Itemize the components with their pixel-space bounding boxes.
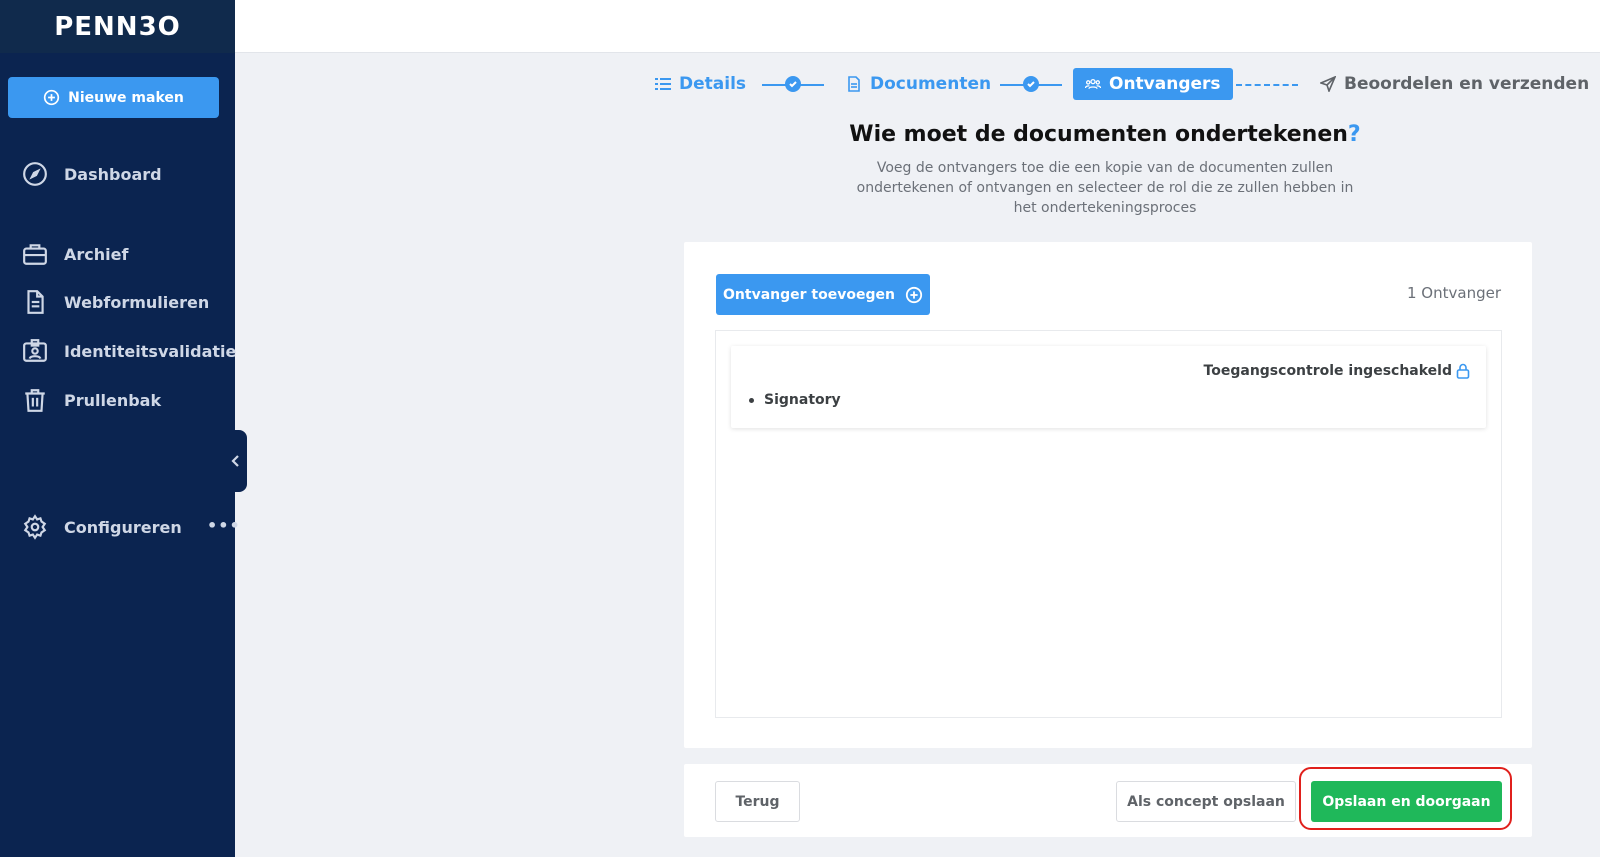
help-icon[interactable]: ? — [1348, 122, 1361, 147]
recipients-card: Ontvanger toevoegen 1 Ontvanger Toegangs… — [684, 242, 1532, 748]
access-control-status[interactable]: Toegangscontrole ingeschakeld — [1204, 363, 1470, 379]
step-beoordelen[interactable]: Beoordelen en verzenden — [1320, 68, 1589, 100]
check-icon — [785, 76, 801, 92]
save-and-continue-button[interactable]: Opslaan en doorgaan — [1311, 781, 1502, 822]
plus-circle-icon — [905, 286, 923, 303]
recipient-count: 1 Ontvanger — [1407, 284, 1501, 302]
step-documenten[interactable]: Documenten — [846, 68, 991, 100]
sidebar-item-webformulieren[interactable]: Webformulieren — [22, 289, 209, 315]
chevron-left-icon — [230, 455, 239, 467]
document-icon — [27, 290, 44, 314]
sidebar: PENN3O Nieuwe maken Dashboard Archief We… — [0, 0, 240, 857]
page-subtitle: Voeg de ontvangers toe die een kopie van… — [856, 160, 1354, 216]
check-icon — [1023, 76, 1039, 92]
logo-bar: PENN3O — [0, 0, 235, 53]
sidebar-item-label: Archief — [64, 244, 129, 264]
sidebar-item-label: Configureren — [64, 517, 182, 537]
sidebar-item-label: Webformulieren — [64, 292, 210, 312]
list-icon — [655, 78, 671, 90]
step-label: Beoordelen en verzenden — [1344, 74, 1590, 94]
add-recipient-label: Ontvanger toevoegen — [723, 286, 895, 303]
sidebar-item-identiteitsvalidatie[interactable]: Identiteitsvalidatie — [22, 338, 236, 364]
sidebar-item-configureren[interactable]: Configureren — [22, 514, 182, 540]
new-button[interactable]: Nieuwe maken — [8, 77, 219, 118]
bullet — [749, 397, 754, 403]
plus-circle-icon — [43, 89, 60, 106]
compass-icon — [23, 162, 47, 186]
sidebar-item-archief[interactable]: Archief — [22, 241, 128, 267]
briefcase-icon — [23, 244, 47, 265]
add-recipient-button[interactable]: Ontvanger toevoegen — [716, 274, 930, 315]
trash-icon — [25, 389, 45, 412]
role-list: Signatory — [749, 392, 841, 408]
back-button[interactable]: Terug — [715, 781, 800, 822]
sidebar-item-label: Identiteitsvalidatie — [64, 341, 237, 361]
access-control-label: Toegangscontrole ingeschakeld — [1203, 363, 1452, 379]
step-label: Documenten — [870, 74, 992, 94]
more-options-button[interactable]: ••• — [207, 516, 241, 535]
step-label: Details — [679, 74, 747, 94]
step-ontvangers[interactable]: Ontvangers — [1073, 68, 1233, 100]
step-connector — [1236, 84, 1298, 86]
users-icon — [1085, 78, 1101, 90]
top-header — [235, 0, 1600, 53]
step-label: Ontvangers — [1109, 74, 1221, 94]
sidebar-item-prullenbak[interactable]: Prullenbak — [22, 387, 161, 413]
id-badge-icon — [23, 339, 47, 362]
sidebar-item-label: Dashboard — [64, 164, 162, 184]
save-draft-button[interactable]: Als concept opslaan — [1116, 781, 1296, 822]
recipient-item[interactable]: Toegangscontrole ingeschakeld Signatory — [731, 346, 1486, 428]
role-item: Signatory — [749, 392, 841, 408]
send-icon — [1320, 76, 1336, 92]
action-footer: Terug Als concept opslaan Opslaan en doo… — [684, 764, 1532, 837]
sidebar-collapse-button[interactable] — [224, 430, 247, 492]
gear-icon — [23, 514, 47, 540]
sidebar-item-dashboard[interactable]: Dashboard — [22, 161, 162, 187]
sidebar-item-label: Prullenbak — [64, 390, 162, 410]
document-icon — [848, 76, 860, 92]
page-title: Wie moet de documenten ondertekenen? — [849, 122, 1361, 147]
step-details[interactable]: Details — [655, 68, 746, 100]
lock-icon — [1456, 363, 1470, 379]
role-label: Signatory — [764, 392, 841, 408]
new-button-label: Nieuwe maken — [68, 89, 184, 106]
recipient-list: Toegangscontrole ingeschakeld Signatory — [715, 330, 1502, 718]
penneo-logo[interactable]: PENN3O — [54, 12, 181, 42]
